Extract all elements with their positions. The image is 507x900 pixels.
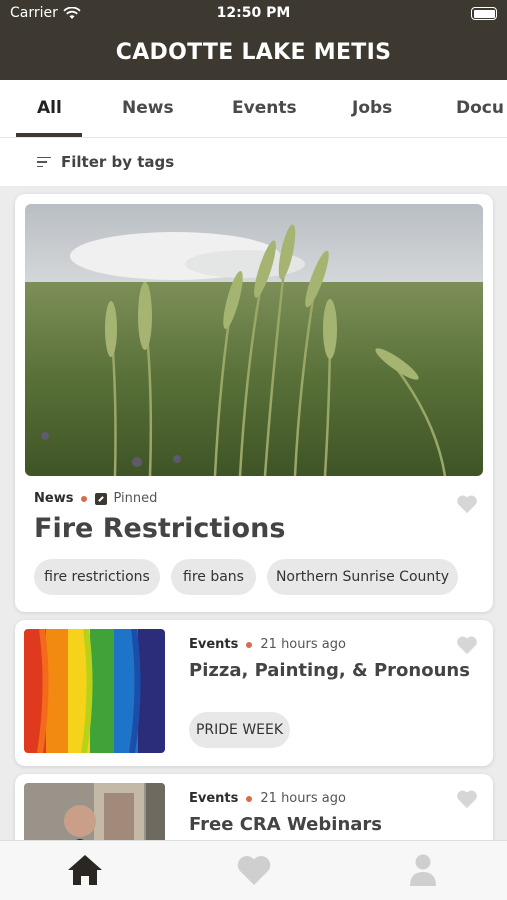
post-title[interactable]: Pizza, Painting, & Pronouns bbox=[189, 660, 470, 681]
heart-icon[interactable] bbox=[456, 789, 478, 809]
post-meta: Events 21 hours ago bbox=[189, 637, 346, 652]
tab-news[interactable]: News bbox=[122, 80, 174, 137]
post-meta: Events 21 hours ago bbox=[189, 791, 346, 806]
post-meta: News Pinned bbox=[34, 491, 157, 506]
tag-chip[interactable]: PRIDE WEEK bbox=[189, 712, 290, 748]
filter-icon bbox=[37, 154, 51, 171]
app-title: CADOTTE LAKE METIS bbox=[115, 40, 392, 65]
post-card[interactable]: Events 21 hours ago Free CRA Webinars bbox=[15, 774, 493, 840]
post-card[interactable]: News Pinned Fire Restrictions fire restr… bbox=[15, 194, 493, 612]
active-tab-indicator bbox=[16, 133, 82, 137]
tab-jobs[interactable]: Jobs bbox=[352, 80, 392, 137]
bottom-nav bbox=[0, 840, 507, 900]
app-header: CADOTTE LAKE METIS bbox=[0, 28, 507, 80]
tab-all[interactable]: All bbox=[37, 80, 62, 137]
filter-bar[interactable]: Filter by tags bbox=[0, 138, 507, 186]
post-category: Events bbox=[189, 637, 239, 652]
tab-events[interactable]: Events bbox=[232, 80, 297, 137]
filter-label: Filter by tags bbox=[61, 153, 175, 171]
separator-dot bbox=[246, 641, 253, 648]
post-time: 21 hours ago bbox=[260, 791, 346, 806]
profile-icon[interactable] bbox=[408, 853, 438, 887]
post-category: News bbox=[34, 491, 74, 506]
home-icon[interactable] bbox=[66, 853, 104, 887]
post-card[interactable]: Events 21 hours ago Pizza, Painting, & P… bbox=[15, 620, 493, 766]
pinned-label: Pinned bbox=[113, 491, 158, 506]
status-bar: Carrier 12:50 PM bbox=[0, 0, 507, 28]
post-feed[interactable]: News Pinned Fire Restrictions fire restr… bbox=[0, 186, 507, 840]
status-time: 12:50 PM bbox=[216, 5, 291, 21]
pin-icon bbox=[95, 492, 108, 505]
tag-chip[interactable]: fire restrictions bbox=[34, 559, 160, 595]
post-image bbox=[25, 204, 483, 476]
heart-icon[interactable] bbox=[456, 635, 478, 655]
separator-dot bbox=[81, 495, 88, 502]
heart-icon[interactable] bbox=[236, 853, 272, 887]
tab-documents[interactable]: Docu bbox=[456, 80, 504, 137]
post-thumbnail bbox=[24, 629, 165, 753]
post-title[interactable]: Fire Restrictions bbox=[34, 513, 285, 544]
heart-icon[interactable] bbox=[456, 494, 478, 514]
post-category: Events bbox=[189, 791, 239, 806]
tag-chip[interactable]: fire bans bbox=[171, 559, 256, 595]
post-title[interactable]: Free CRA Webinars bbox=[189, 814, 382, 835]
post-thumbnail bbox=[24, 783, 165, 840]
post-time: 21 hours ago bbox=[260, 637, 346, 652]
separator-dot bbox=[246, 795, 253, 802]
tag-chip[interactable]: Northern Sunrise County bbox=[267, 559, 458, 595]
battery-icon bbox=[471, 7, 497, 20]
category-tabs: All News Events Jobs Docu bbox=[0, 80, 507, 138]
